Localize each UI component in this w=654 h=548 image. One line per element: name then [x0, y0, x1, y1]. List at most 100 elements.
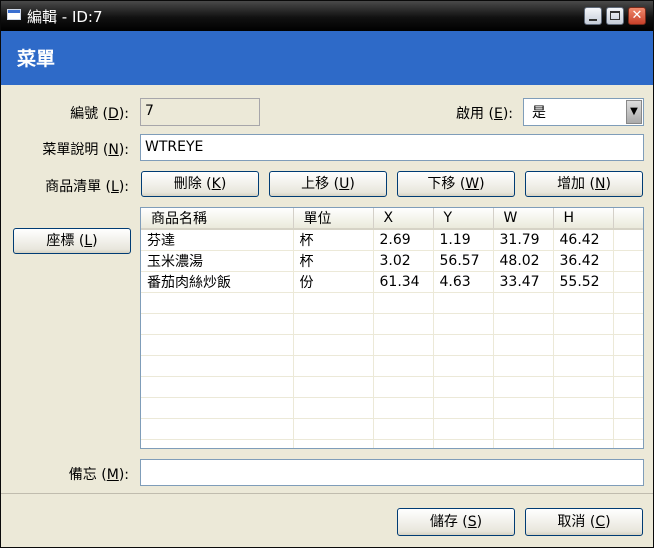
- cell-x[interactable]: [373, 418, 434, 440]
- cell-name[interactable]: [141, 439, 294, 448]
- maximize-button[interactable]: [606, 7, 624, 25]
- cell-w[interactable]: [493, 292, 554, 314]
- cell-h[interactable]: 36.42: [553, 250, 614, 272]
- cell-h[interactable]: [553, 397, 614, 419]
- cell-h[interactable]: [553, 439, 614, 448]
- cell-h[interactable]: 55.52: [553, 271, 614, 293]
- cell-x[interactable]: 2.69: [373, 229, 434, 251]
- cell-x[interactable]: 61.34: [373, 271, 434, 293]
- cell-w[interactable]: [493, 397, 554, 419]
- cell-y[interactable]: [433, 313, 494, 335]
- cell-y[interactable]: 56.57: [433, 250, 494, 272]
- cell-x[interactable]: [373, 292, 434, 314]
- table-row[interactable]: 芬達杯 2.69 1.19 31.79 46.42: [141, 229, 643, 251]
- cell-unit[interactable]: [293, 376, 374, 398]
- cell-h[interactable]: [553, 334, 614, 356]
- memo-input[interactable]: [140, 459, 644, 486]
- cell-x[interactable]: [373, 376, 434, 398]
- cell-y[interactable]: [433, 418, 494, 440]
- cell-name[interactable]: 玉米濃湯: [141, 250, 294, 272]
- cell-w[interactable]: [493, 418, 554, 440]
- column-header-y[interactable]: Y: [433, 208, 494, 230]
- cell-y[interactable]: [433, 376, 494, 398]
- items-table[interactable]: 商品名稱 單位 X Y W H 芬達杯 2.69 1.19 31.79 46.42 玉米濃…: [140, 207, 644, 449]
- cell-y[interactable]: 4.63: [433, 271, 494, 293]
- cell-unit[interactable]: [293, 334, 374, 356]
- cell-x[interactable]: [373, 334, 434, 356]
- table-row[interactable]: [141, 292, 643, 314]
- chevron-down-icon[interactable]: ▼: [626, 100, 642, 124]
- cell-name[interactable]: [141, 397, 294, 419]
- cell-x[interactable]: [373, 397, 434, 419]
- cell-x[interactable]: [373, 355, 434, 377]
- move-up-button[interactable]: 上移 (U): [269, 171, 387, 197]
- cancel-button[interactable]: 取消 (C): [525, 508, 643, 536]
- cell-unit[interactable]: 份: [293, 271, 374, 293]
- table-row[interactable]: 番茄肉絲炒飯份 61.34 4.63 33.47 55.52: [141, 271, 643, 293]
- column-header-unit[interactable]: 單位: [293, 208, 374, 230]
- cell-unit[interactable]: [293, 397, 374, 419]
- cell-w[interactable]: 33.47: [493, 271, 554, 293]
- delete-button[interactable]: 刪除 (K): [141, 171, 259, 197]
- cell-w[interactable]: [493, 439, 554, 448]
- cell-unit[interactable]: [293, 418, 374, 440]
- move-down-button[interactable]: 下移 (W): [397, 171, 515, 197]
- cell-y[interactable]: [433, 355, 494, 377]
- cell-y[interactable]: [433, 397, 494, 419]
- cell-unit[interactable]: [293, 313, 374, 335]
- cell-name[interactable]: [141, 292, 294, 314]
- cell-name[interactable]: [141, 418, 294, 440]
- title-bar[interactable]: 編輯 - ID:7 ✕: [1, 1, 653, 31]
- cell-name[interactable]: 番茄肉絲炒飯: [141, 271, 294, 293]
- column-header-name[interactable]: 商品名稱: [141, 208, 294, 230]
- cell-w[interactable]: 31.79: [493, 229, 554, 251]
- cell-y[interactable]: [433, 439, 494, 448]
- column-header-w[interactable]: W: [493, 208, 554, 230]
- cell-w[interactable]: [493, 376, 554, 398]
- table-row[interactable]: [141, 397, 643, 419]
- close-button[interactable]: ✕: [628, 7, 646, 25]
- cell-y[interactable]: [433, 334, 494, 356]
- column-header-h[interactable]: H: [553, 208, 614, 230]
- description-input[interactable]: WTREYE: [140, 134, 644, 161]
- table-row[interactable]: [141, 418, 643, 440]
- table-row[interactable]: [141, 313, 643, 335]
- table-row[interactable]: [141, 439, 643, 448]
- column-header-filler: [613, 208, 643, 230]
- cell-unit[interactable]: 杯: [293, 229, 374, 251]
- enable-select[interactable]: 是 ▼: [523, 98, 644, 126]
- cell-y[interactable]: 1.19: [433, 229, 494, 251]
- save-button[interactable]: 儲存 (S): [397, 508, 515, 536]
- cell-h[interactable]: [553, 376, 614, 398]
- cell-y[interactable]: [433, 292, 494, 314]
- column-header-x[interactable]: X: [373, 208, 434, 230]
- cell-w[interactable]: [493, 313, 554, 335]
- cell-unit[interactable]: [293, 355, 374, 377]
- table-row[interactable]: [141, 376, 643, 398]
- cell-h[interactable]: 46.42: [553, 229, 614, 251]
- cell-h[interactable]: [553, 355, 614, 377]
- cell-name[interactable]: [141, 334, 294, 356]
- table-row[interactable]: [141, 334, 643, 356]
- cell-name[interactable]: [141, 355, 294, 377]
- cell-h[interactable]: [553, 418, 614, 440]
- coordinates-button[interactable]: 座標 (L): [13, 228, 131, 254]
- cell-w[interactable]: [493, 355, 554, 377]
- cell-name[interactable]: [141, 376, 294, 398]
- table-row[interactable]: 玉米濃湯杯 3.02 56.57 48.02 36.42: [141, 250, 643, 272]
- table-row[interactable]: [141, 355, 643, 377]
- cell-w[interactable]: 48.02: [493, 250, 554, 272]
- cell-unit[interactable]: [293, 292, 374, 314]
- cell-x[interactable]: [373, 313, 434, 335]
- cell-h[interactable]: [553, 313, 614, 335]
- cell-h[interactable]: [553, 292, 614, 314]
- cell-name[interactable]: [141, 313, 294, 335]
- minimize-button[interactable]: [584, 7, 602, 25]
- cell-unit[interactable]: 杯: [293, 250, 374, 272]
- cell-x[interactable]: 3.02: [373, 250, 434, 272]
- cell-x[interactable]: [373, 439, 434, 448]
- cell-unit[interactable]: [293, 439, 374, 448]
- cell-w[interactable]: [493, 334, 554, 356]
- add-button[interactable]: 增加 (N): [525, 171, 643, 197]
- cell-name[interactable]: 芬達: [141, 229, 294, 251]
